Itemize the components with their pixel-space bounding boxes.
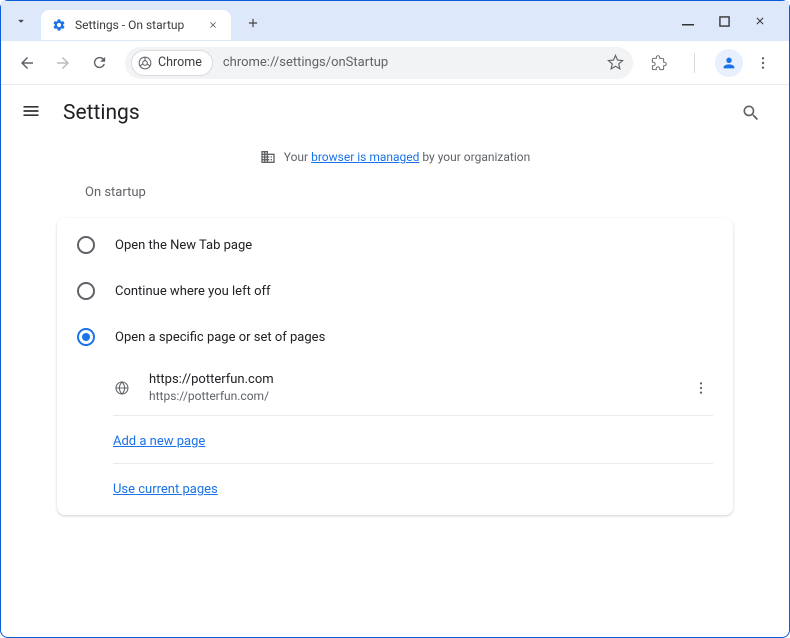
hamburger-icon[interactable]: [21, 101, 45, 125]
site-chip-label: Chrome: [158, 55, 202, 70]
use-current-link[interactable]: Use current pages: [113, 482, 218, 497]
close-icon[interactable]: [205, 17, 221, 33]
new-tab-button[interactable]: [239, 9, 267, 37]
startup-card: Open the New Tab page Continue where you…: [57, 218, 733, 515]
gear-icon: [51, 17, 67, 33]
managed-banner: Your browser is managed by your organiza…: [1, 141, 789, 179]
managed-prefix: Your: [284, 150, 311, 164]
close-button[interactable]: [751, 12, 769, 30]
radio-icon: [77, 236, 95, 254]
maximize-button[interactable]: [715, 12, 733, 30]
option-specific[interactable]: Open a specific page or set of pages: [57, 314, 733, 360]
startup-page-title: https://potterfun.com: [149, 372, 689, 387]
chrome-icon: [138, 56, 152, 70]
window-titlebar: Settings - On startup: [1, 1, 789, 41]
toolbar-divider: [679, 47, 711, 79]
more-actions-button[interactable]: [689, 376, 713, 400]
section-title: On startup: [57, 179, 733, 218]
search-button[interactable]: [733, 95, 769, 131]
globe-icon: [113, 379, 131, 397]
option-label: Open the New Tab page: [115, 238, 252, 253]
bookmark-button[interactable]: [601, 49, 629, 77]
page-title: Settings: [63, 101, 733, 125]
startup-page-url: https://potterfun.com/: [149, 389, 689, 403]
option-label: Continue where you left off: [115, 284, 271, 299]
radio-icon: [77, 328, 95, 346]
url-text: chrome://settings/onStartup: [223, 55, 601, 70]
managed-link[interactable]: browser is managed: [311, 150, 419, 164]
extensions-button[interactable]: [643, 47, 675, 79]
add-page-link[interactable]: Add a new page: [113, 434, 205, 449]
startup-page-entry: https://potterfun.com https://potterfun.…: [57, 360, 733, 415]
option-new-tab[interactable]: Open the New Tab page: [57, 222, 733, 268]
minimize-button[interactable]: [679, 12, 697, 30]
add-page-row: Add a new page: [57, 416, 733, 463]
settings-header: Settings: [1, 85, 789, 141]
reload-button[interactable]: [83, 47, 115, 79]
tab-search-button[interactable]: [7, 7, 35, 35]
use-current-row: Use current pages: [57, 464, 733, 511]
menu-button[interactable]: [747, 47, 779, 79]
forward-button[interactable]: [47, 47, 79, 79]
back-button[interactable]: [11, 47, 43, 79]
option-continue[interactable]: Continue where you left off: [57, 268, 733, 314]
profile-button[interactable]: [715, 49, 743, 77]
window-controls: [679, 12, 783, 30]
site-chip[interactable]: Chrome: [131, 50, 213, 76]
browser-tab[interactable]: Settings - On startup: [41, 10, 231, 40]
settings-content: On startup Open the New Tab page Continu…: [1, 179, 789, 515]
browser-toolbar: Chrome chrome://settings/onStartup: [1, 41, 789, 85]
tab-title: Settings - On startup: [75, 18, 197, 32]
radio-icon: [77, 282, 95, 300]
option-label: Open a specific page or set of pages: [115, 330, 325, 345]
address-bar[interactable]: Chrome chrome://settings/onStartup: [125, 47, 633, 79]
managed-suffix: by your organization: [419, 150, 530, 164]
building-icon: [260, 149, 276, 165]
